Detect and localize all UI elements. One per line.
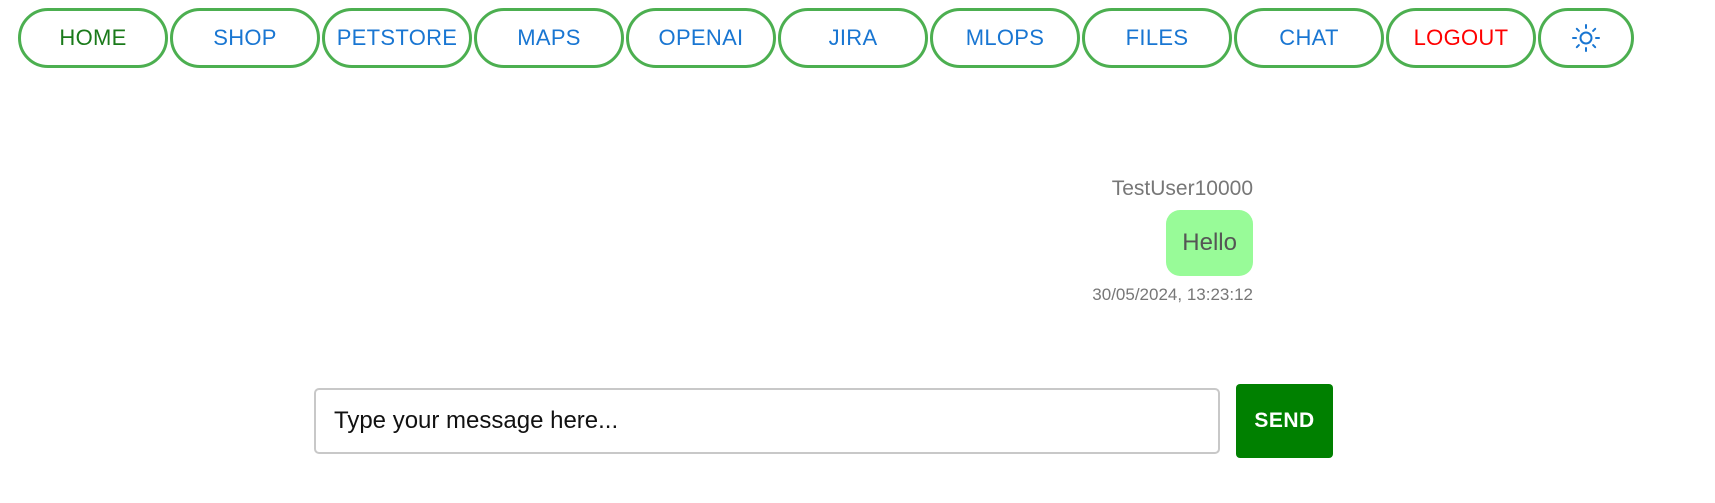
message-bubble: Hello — [1166, 210, 1253, 276]
nav-jira-button[interactable]: JIRA — [778, 8, 928, 68]
theme-toggle-button[interactable] — [1538, 8, 1634, 68]
nav-mlops-button[interactable]: MLOPS — [930, 8, 1080, 68]
nav-openai-button[interactable]: OPENAI — [626, 8, 776, 68]
nav-maps-button[interactable]: MAPS — [474, 8, 624, 68]
top-nav: HOME SHOP PETSTORE MAPS OPENAI JIRA MLOP… — [18, 8, 1634, 68]
nav-shop-button[interactable]: SHOP — [170, 8, 320, 68]
nav-chat-button[interactable]: CHAT — [1234, 8, 1384, 68]
message-composer: SEND — [314, 384, 1333, 458]
nav-logout-button[interactable]: LOGOUT — [1386, 8, 1536, 68]
nav-files-button[interactable]: FILES — [1082, 8, 1232, 68]
sun-icon — [1571, 23, 1601, 53]
nav-petstore-button[interactable]: PETSTORE — [322, 8, 472, 68]
message-timestamp: 30/05/2024, 13:23:12 — [1092, 285, 1253, 304]
message-input[interactable] — [314, 388, 1220, 454]
message-username: TestUser10000 — [1111, 177, 1253, 200]
chat-message: TestUser10000 Hello 30/05/2024, 13:23:12 — [1092, 176, 1253, 305]
nav-home-button[interactable]: HOME — [18, 8, 168, 68]
send-button[interactable]: SEND — [1236, 384, 1333, 458]
